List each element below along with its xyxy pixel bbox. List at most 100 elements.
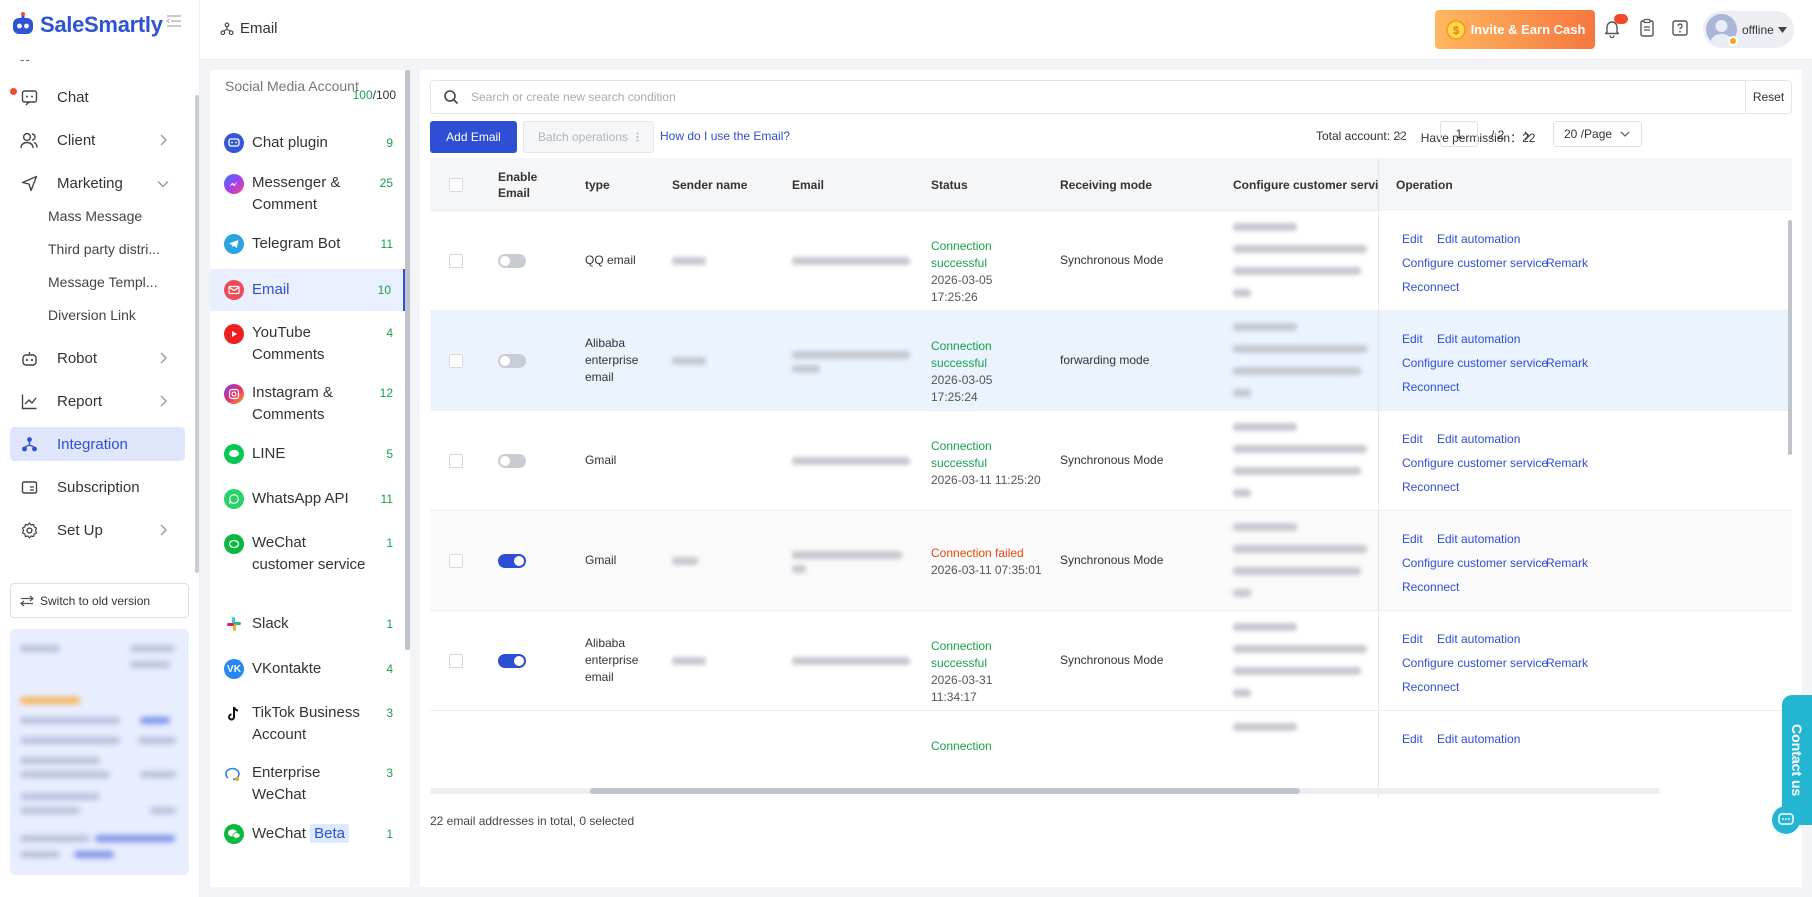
prev-page-icon[interactable] xyxy=(1396,131,1403,141)
reconnect-link[interactable]: Reconnect xyxy=(1402,577,1459,598)
reconnect-link[interactable]: Reconnect xyxy=(1402,477,1459,498)
chevron-right-icon xyxy=(159,352,167,364)
table-row: Connection Edit Edit automation xyxy=(430,711,1792,798)
enable-cell xyxy=(498,411,526,510)
nav-sub-diversion-link[interactable]: Diversion Link xyxy=(48,307,173,323)
channel-item-instagram[interactable]: Instagram & Comments 12 xyxy=(210,375,405,431)
configure-customer-service-link[interactable]: Configure customer service xyxy=(1402,453,1548,474)
edit-automation-link[interactable]: Edit automation xyxy=(1437,729,1520,750)
help-icon[interactable] xyxy=(1670,18,1692,40)
nav-item-integration[interactable]: Integration xyxy=(10,427,185,461)
edit-link[interactable]: Edit xyxy=(1402,629,1423,650)
table-horizontal-scrollbar[interactable] xyxy=(430,788,1660,794)
edit-automation-link[interactable]: Edit automation xyxy=(1437,529,1520,550)
how-to-use-email-link[interactable]: How do I use the Email? xyxy=(660,129,790,143)
search-input[interactable] xyxy=(459,82,1745,112)
edit-automation-link[interactable]: Edit automation xyxy=(1437,229,1520,250)
channel-item-chat-plugin[interactable]: Chat plugin 9 xyxy=(210,124,405,162)
messenger-icon xyxy=(224,174,244,194)
remark-link[interactable]: Remark xyxy=(1546,453,1588,474)
nav-scrollbar[interactable] xyxy=(195,95,199,573)
row-checkbox[interactable] xyxy=(449,353,463,368)
email-blurred xyxy=(792,411,910,510)
chat-bubble-icon[interactable] xyxy=(1772,806,1800,834)
reset-button[interactable]: Reset xyxy=(1745,81,1791,113)
table-vertical-scrollbar[interactable] xyxy=(1788,220,1792,455)
edit-link[interactable]: Edit xyxy=(1402,229,1423,250)
channel-item-youtube[interactable]: YouTube Comments 4 xyxy=(210,315,405,371)
channel-scrollbar[interactable] xyxy=(405,70,410,650)
header-enable-email: Enable Email xyxy=(498,169,538,200)
edit-link[interactable]: Edit xyxy=(1402,729,1423,750)
channel-item-tiktok[interactable]: TikTok Business Account 3 xyxy=(210,695,405,751)
reconnect-link[interactable]: Reconnect xyxy=(1402,277,1459,298)
channel-item-messenger[interactable]: Messenger & Comment 25 xyxy=(210,165,405,221)
email-table: Enable Email type Sender name Email Stat… xyxy=(430,158,1792,798)
app-logo[interactable]: SaleSmartly xyxy=(10,10,163,40)
nav-item-subscription[interactable]: Subscription xyxy=(10,470,185,504)
enable-email-toggle[interactable] xyxy=(498,653,526,668)
page-size-value: 20 /Page xyxy=(1564,127,1613,141)
configure-customer-service-link[interactable]: Configure customer service xyxy=(1402,653,1548,674)
nav-item-chat[interactable]: Chat xyxy=(10,80,185,114)
reconnect-link[interactable]: Reconnect xyxy=(1402,377,1459,398)
add-email-button[interactable]: Add Email xyxy=(430,121,517,153)
edit-link[interactable]: Edit xyxy=(1402,329,1423,350)
select-all-checkbox[interactable] xyxy=(449,177,463,192)
switch-old-version-button[interactable]: Switch to old version xyxy=(10,583,189,618)
reconnect-link[interactable]: Reconnect xyxy=(1402,677,1459,698)
channel-count: 3 xyxy=(386,706,393,720)
clipboard-icon[interactable] xyxy=(1637,18,1659,40)
nav-item-client[interactable]: Client xyxy=(10,123,185,157)
page-number-input[interactable]: 1 xyxy=(1440,121,1478,147)
configure-customer-service-link[interactable]: Configure customer service xyxy=(1402,253,1548,274)
channel-item-slack[interactable]: Slack 1 xyxy=(210,605,405,643)
remark-link[interactable]: Remark xyxy=(1546,553,1588,574)
channel-item-whatsapp[interactable]: WhatsApp API 11 xyxy=(210,480,405,518)
enable-email-toggle[interactable] xyxy=(498,553,526,568)
nav-item-robot[interactable]: Robot xyxy=(10,341,185,375)
enable-email-toggle[interactable] xyxy=(498,253,526,268)
row-checkbox[interactable] xyxy=(449,653,463,668)
edit-automation-link[interactable]: Edit automation xyxy=(1437,629,1520,650)
next-page-icon[interactable] xyxy=(1524,131,1531,141)
nav-item-setup[interactable]: Set Up xyxy=(10,513,185,547)
nav-sub-message-template[interactable]: Message Templ... xyxy=(48,274,173,290)
enable-email-toggle[interactable] xyxy=(498,453,526,468)
nav-sub-mass-message[interactable]: Mass Message xyxy=(48,208,173,224)
channel-item-wechat[interactable]: WeChat Beta 1 xyxy=(210,815,405,853)
channel-count: 1 xyxy=(386,617,393,631)
channel-item-vkontakte[interactable]: VK VKontakte 4 xyxy=(210,650,405,688)
horizontal-scroll-thumb[interactable] xyxy=(590,788,1300,794)
invite-earn-cash-banner[interactable]: $ Invite & Earn Cash xyxy=(1435,10,1595,49)
remark-link[interactable]: Remark xyxy=(1546,253,1588,274)
edit-link[interactable]: Edit xyxy=(1402,429,1423,450)
batch-operations-button[interactable]: Batch operations xyxy=(523,121,654,153)
channel-item-telegram[interactable]: Telegram Bot 11 xyxy=(210,225,405,263)
configure-customer-service-link[interactable]: Configure customer service xyxy=(1402,353,1548,374)
channel-item-email[interactable]: Email 10 xyxy=(210,269,405,311)
remark-link[interactable]: Remark xyxy=(1546,653,1588,674)
nav-label-integration: Integration xyxy=(57,435,128,453)
channel-label: WhatsApp API xyxy=(252,490,349,507)
configure-customer-service-link[interactable]: Configure customer service xyxy=(1402,553,1548,574)
channel-item-wechat-cs[interactable]: WeChat customer service 1 xyxy=(210,525,405,601)
page-size-select[interactable]: 20 /Page xyxy=(1553,121,1642,147)
channel-item-enterprise-wechat[interactable]: Enterprise WeChat 3 xyxy=(210,755,405,811)
channel-item-line[interactable]: LINE 5 xyxy=(210,435,405,473)
edit-link[interactable]: Edit xyxy=(1402,529,1423,550)
edit-automation-link[interactable]: Edit automation xyxy=(1437,429,1520,450)
enable-email-toggle[interactable] xyxy=(498,353,526,368)
nav-item-marketing[interactable]: Marketing xyxy=(10,166,185,200)
row-checkbox[interactable] xyxy=(449,453,463,468)
remark-link[interactable]: Remark xyxy=(1546,353,1588,374)
edit-automation-link[interactable]: Edit automation xyxy=(1437,329,1520,350)
nav-item-report[interactable]: Report xyxy=(10,384,185,418)
type-cell: Alibaba enterprise email xyxy=(585,336,639,384)
row-checkbox[interactable] xyxy=(449,253,463,268)
nav-sub-third-party[interactable]: Third party distri... xyxy=(48,241,173,257)
top-header: Email $ Invite & Earn Cash offline xyxy=(200,0,1812,60)
user-status-menu[interactable]: offline xyxy=(1703,11,1794,48)
row-checkbox[interactable] xyxy=(449,553,463,568)
menu-collapse-icon[interactable] xyxy=(166,14,182,28)
